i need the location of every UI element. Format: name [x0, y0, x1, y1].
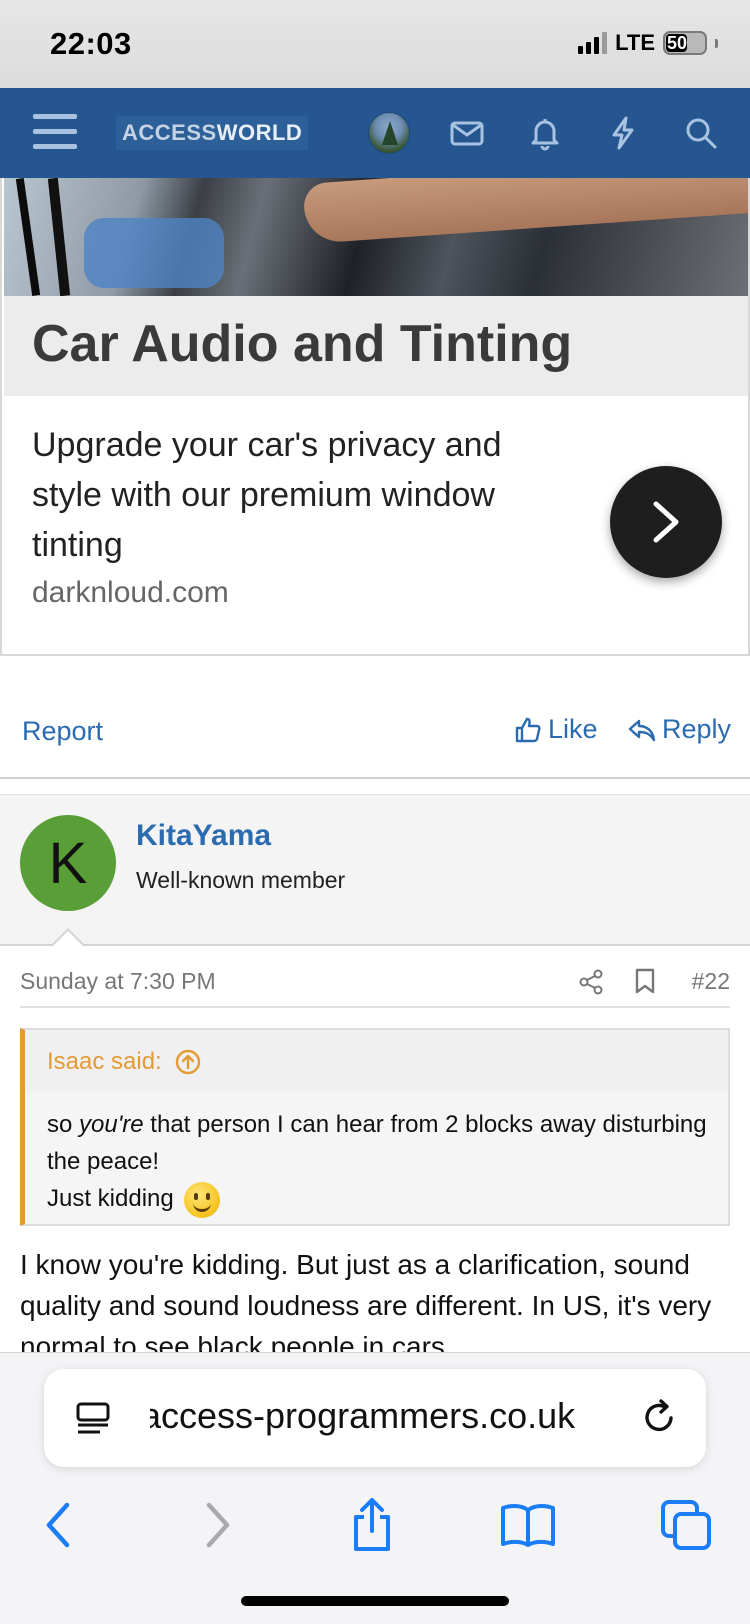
battery-level: 50	[667, 32, 688, 53]
bookmark-icon[interactable]	[634, 967, 656, 1000]
status-time: 22:03	[50, 26, 132, 61]
address-bar[interactable]: access-programmers.co.uk	[44, 1369, 706, 1467]
ad-description: Upgrade your car's privacy and style wit…	[32, 426, 502, 564]
logo-suffix: WORLD	[216, 120, 303, 145]
inbox-icon[interactable]	[448, 114, 486, 152]
share-icon[interactable]	[578, 968, 604, 1001]
advertisement[interactable]: Car Audio and Tinting Upgrade your car's…	[0, 178, 750, 656]
battery-icon: 50	[663, 31, 707, 55]
post-body-container: I know you're kidding. But just as a cla…	[0, 1244, 750, 1352]
site-header: ACCESSWORLD	[0, 88, 750, 178]
ad-open-button[interactable]	[610, 466, 722, 578]
forward-button[interactable]	[186, 1493, 250, 1557]
quote-author[interactable]: Isaac said:	[47, 1048, 202, 1076]
post-number[interactable]: #22	[692, 968, 730, 995]
browser-toolbar	[0, 1493, 750, 1573]
quote-text-1: so	[47, 1111, 80, 1138]
post-actions: Report Like Reply	[0, 700, 750, 766]
network-label: LTE	[615, 30, 655, 55]
post-user-block: K KitaYama Well-known member	[0, 794, 750, 947]
reload-icon[interactable]	[640, 1397, 680, 1442]
quote-header: Isaac said:	[25, 1030, 728, 1092]
ad-title-band: Car Audio and Tinting	[4, 296, 748, 396]
back-button[interactable]	[26, 1493, 90, 1557]
user-pointer	[52, 931, 84, 947]
share-button[interactable]	[340, 1493, 404, 1557]
post-meta: Sunday at 7:30 PM #22	[20, 950, 730, 1008]
thumbs-up-icon	[515, 717, 541, 742]
logo-prefix: ACCESS	[122, 120, 217, 145]
site-logo[interactable]: ACCESSWORLD	[116, 116, 309, 150]
quote-body: so you're that person I can hear from 2 …	[47, 1106, 707, 1218]
reader-mode-icon[interactable]	[74, 1399, 112, 1442]
account-avatar[interactable]	[368, 112, 410, 154]
reply-button[interactable]: Reply	[628, 714, 731, 745]
ad-domain: darknloud.com	[32, 576, 229, 609]
quote-text-2: that person I can hear from 2 blocks awa…	[47, 1111, 707, 1175]
status-indicators: LTE 50	[578, 30, 718, 56]
quote-author-label: Isaac said:	[47, 1048, 162, 1075]
tabs-button[interactable]	[654, 1493, 718, 1557]
url-text: access-programmers.co.uk	[150, 1395, 630, 1441]
user-title: Well-known member	[136, 867, 346, 893]
quote-block: Isaac said: so you're that person I can …	[20, 1028, 730, 1226]
search-icon[interactable]	[682, 114, 720, 152]
chevron-right-icon	[653, 501, 679, 543]
status-bar: 22:03 LTE 50	[0, 0, 750, 88]
ad-image	[4, 178, 748, 296]
browser-bottom-bar: access-programmers.co.uk	[0, 1352, 750, 1624]
arrow-up-circle-icon[interactable]	[174, 1048, 202, 1076]
report-link[interactable]: Report	[22, 716, 103, 747]
lightning-icon[interactable]	[604, 114, 642, 152]
post-divider	[0, 777, 750, 779]
like-label: Like	[548, 714, 598, 744]
ad-title: Car Audio and Tinting	[32, 315, 573, 373]
like-button[interactable]: Like	[514, 714, 598, 745]
quote-text-3: Just kidding	[47, 1185, 174, 1212]
bookmarks-button[interactable]	[496, 1493, 560, 1557]
home-indicator[interactable]	[241, 1596, 509, 1606]
battery-tip	[715, 38, 718, 48]
chevron-left-icon	[46, 1502, 70, 1548]
book-icon	[501, 1503, 555, 1547]
smiley-emoji-icon	[184, 1181, 221, 1218]
bell-icon[interactable]	[526, 114, 564, 152]
signal-icon	[578, 32, 608, 54]
reply-icon	[628, 719, 656, 741]
username[interactable]: KitaYama	[136, 819, 271, 853]
share-up-icon	[354, 1498, 390, 1551]
menu-icon[interactable]	[33, 114, 77, 150]
url-label: access-programmers.co.uk	[150, 1395, 576, 1436]
post-body: I know you're kidding. But just as a cla…	[20, 1249, 712, 1352]
user-avatar[interactable]: K	[20, 815, 116, 911]
quote-text-emphasis: you're	[79, 1111, 144, 1138]
chevron-right-icon	[206, 1502, 230, 1548]
post-date[interactable]: Sunday at 7:30 PM	[20, 968, 216, 995]
reply-label: Reply	[662, 714, 732, 744]
tabs-icon	[661, 1500, 711, 1550]
